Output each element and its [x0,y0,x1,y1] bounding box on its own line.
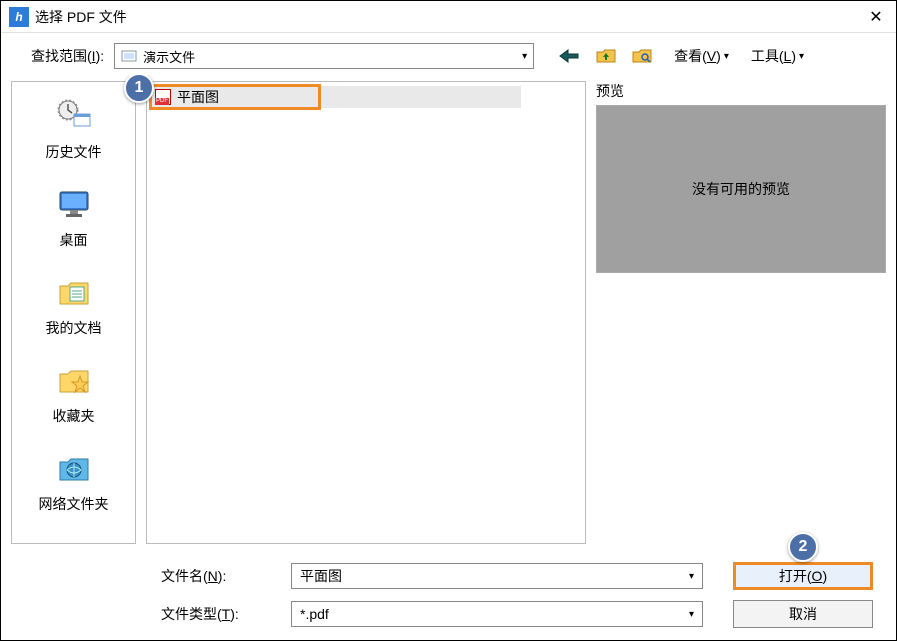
app-icon: h [9,7,29,27]
file-item[interactable]: 平面图 [151,86,521,108]
places-sidebar: 历史文件 桌面 我的文档 收藏夹 [11,81,136,544]
chevron-down-icon: ▾ [724,51,729,62]
favorites-icon [54,360,94,400]
lookin-label: 查找范围(I): [31,46,104,66]
filename-combo[interactable]: 平面图 ▾ [291,563,703,589]
documents-icon [54,272,94,312]
callout-2: 2 [788,532,818,562]
cancel-button[interactable]: 取消 [733,600,873,628]
filetype-value: *.pdf [300,606,329,622]
chevron-down-icon: ▾ [689,571,694,582]
tools-menu[interactable]: 工具(L) ▾ [741,44,808,68]
sidebar-item-history[interactable]: 历史文件 [12,90,135,172]
filename-label: 文件名(N): [161,566,281,586]
folder-slides-icon [121,48,137,64]
search-web-button[interactable] [628,46,656,66]
center-column: 1 平面图 [146,81,586,544]
sidebar-item-desktop[interactable]: 桌面 [12,178,135,260]
titlebar: h 选择 PDF 文件 ✕ [1,1,896,33]
folder-up-icon [596,48,616,64]
network-folder-icon [54,448,94,488]
sidebar-item-favorites[interactable]: 收藏夹 [12,354,135,436]
preview-label: 预览 [596,81,886,101]
filename-value: 平面图 [300,566,342,586]
pdf-file-icon [155,89,171,105]
filetype-combo[interactable]: *.pdf ▾ [291,601,703,627]
view-menu[interactable]: 查看(V) ▾ [664,44,733,68]
back-button[interactable] [554,46,584,66]
chevron-down-icon: ▾ [799,51,804,62]
sidebar-item-network[interactable]: 网络文件夹 [12,442,135,524]
desktop-icon [54,184,94,224]
filetype-label: 文件类型(T): [161,604,281,624]
bottom-form: 2 文件名(N): 平面图 ▾ 打开(O) 文件类型(T): *.pdf ▾ 取… [1,554,896,640]
filename-row: 文件名(N): 平面图 ▾ 打开(O) [161,560,886,592]
lookin-toolbar: 查找范围(I): 演示文件 ▾ 查看(V) ▾ 工具(L) [1,33,896,75]
history-icon [54,96,94,136]
chevron-down-icon: ▾ [689,609,694,620]
file-list[interactable]: 平面图 [146,81,586,544]
folder-search-icon [632,48,652,64]
up-folder-button[interactable] [592,46,620,66]
toolbar-icons: 查看(V) ▾ 工具(L) ▾ [554,44,808,68]
file-item-label: 平面图 [177,87,219,107]
preview-column: 预览 没有可用的预览 [596,81,886,544]
close-button[interactable]: ✕ [864,5,888,29]
window-title: 选择 PDF 文件 [35,7,864,27]
lookin-combo[interactable]: 演示文件 ▾ [114,43,534,69]
arrow-left-icon [558,48,580,64]
lookin-value: 演示文件 [143,47,195,66]
sidebar-item-documents[interactable]: 我的文档 [12,266,135,348]
file-dialog: h 选择 PDF 文件 ✕ 查找范围(I): 演示文件 ▾ 查看(V) [0,0,897,641]
dialog-body: 历史文件 桌面 我的文档 收藏夹 [1,75,896,554]
preview-box: 没有可用的预览 [596,105,886,273]
chevron-down-icon: ▾ [522,51,527,62]
filetype-row: 文件类型(T): *.pdf ▾ 取消 [161,598,886,630]
open-button[interactable]: 打开(O) [733,562,873,590]
preview-empty-text: 没有可用的预览 [692,179,790,199]
